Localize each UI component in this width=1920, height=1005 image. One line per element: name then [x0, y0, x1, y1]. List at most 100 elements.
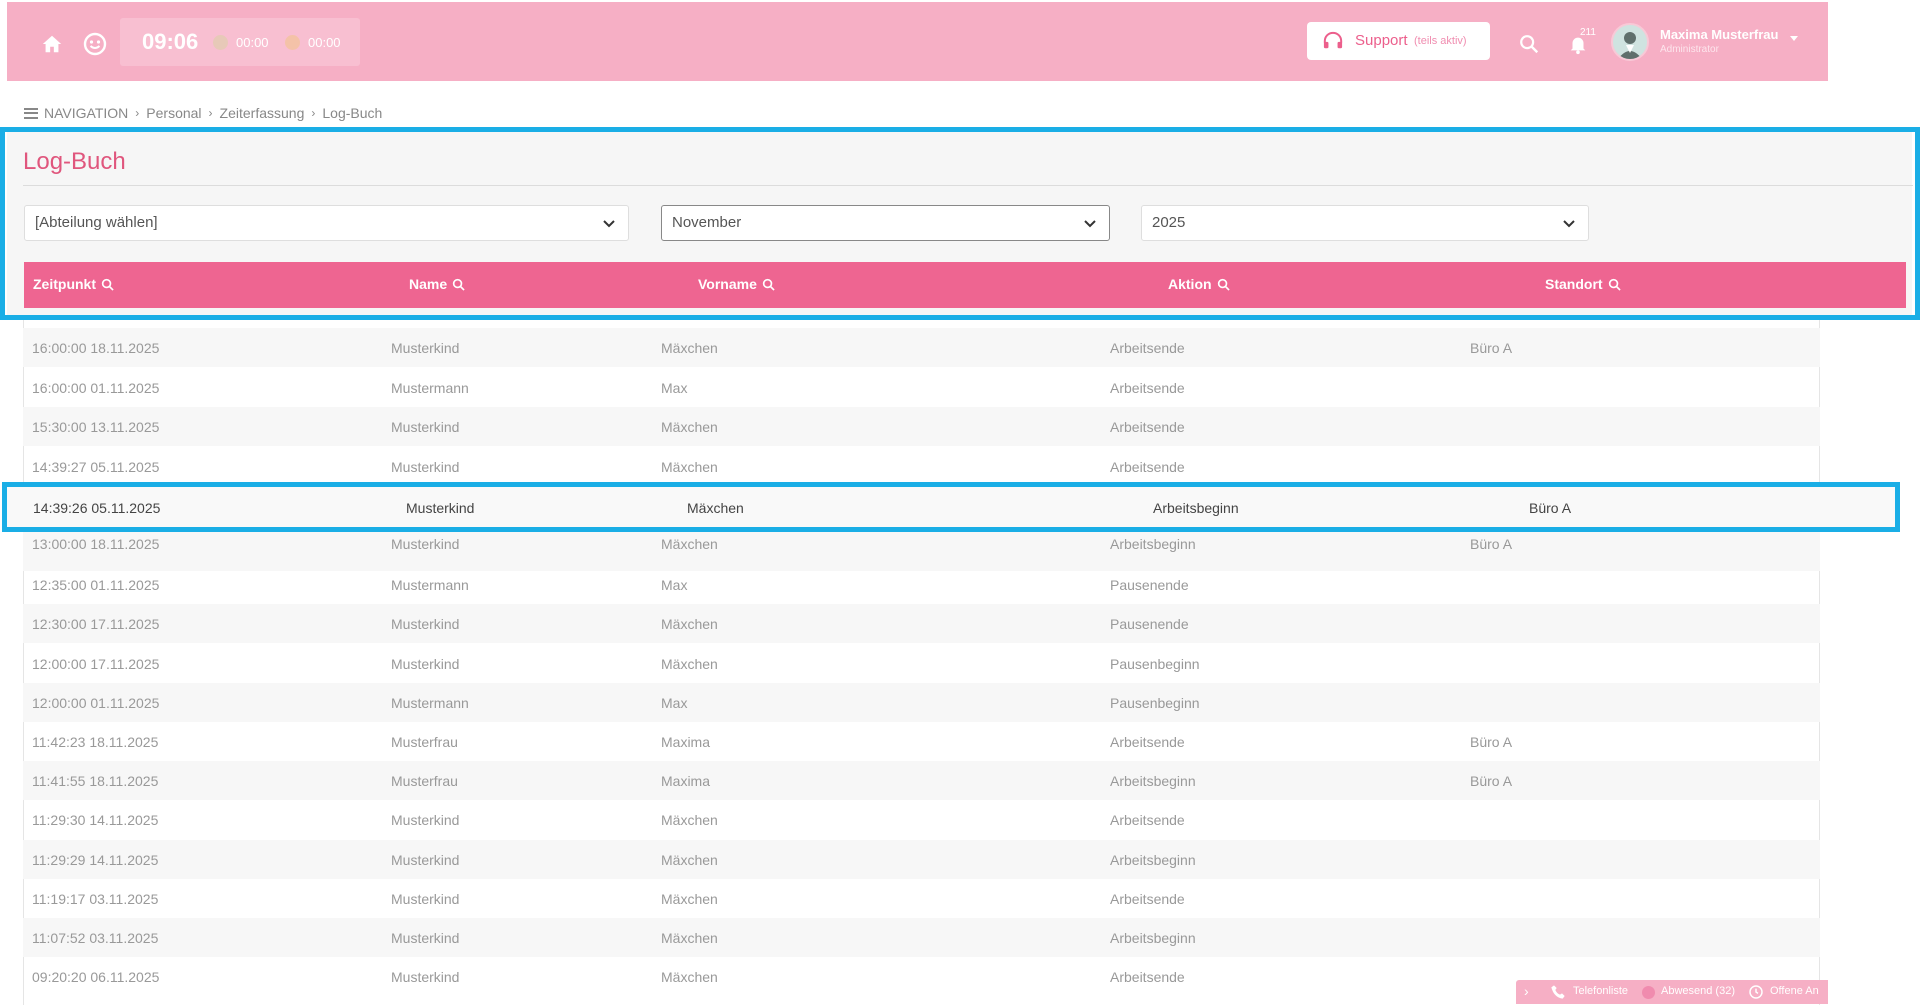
column-label: Vorname: [698, 276, 757, 292]
cell-name: Musterfrau: [391, 734, 458, 750]
user-name[interactable]: Maxima Musterfrau: [1660, 27, 1778, 42]
cell-aktion: Arbeitsbeginn: [1153, 500, 1239, 516]
breadcrumb-navigation[interactable]: NAVIGATION: [44, 105, 128, 121]
cell-aktion: Pausenende: [1110, 616, 1189, 632]
log-panel: Log-Buch [Abteilung wählen] November 202…: [7, 132, 1913, 317]
timer-break-value: 00:00: [308, 35, 341, 50]
support-button[interactable]: Support (teils aktiv): [1307, 22, 1490, 60]
phone-icon: [1551, 985, 1565, 999]
cell-name: Musterkind: [391, 616, 460, 632]
cell-name: Musterkind: [391, 930, 460, 946]
column-header-name[interactable]: Name: [409, 276, 465, 292]
cell-aktion: Arbeitsende: [1110, 812, 1185, 828]
cell-name: Mustermann: [391, 695, 469, 711]
month-select-value: November: [672, 214, 742, 231]
chevron-right-icon[interactable]: ›: [1524, 983, 1529, 999]
table-row[interactable]: 11:19:17 03.11.2025 Musterkind Mäxchen A…: [23, 879, 1820, 918]
cell-vorname: Mäxchen: [661, 616, 718, 632]
table-row[interactable]: 14:39:27 05.11.2025 Musterkind Mäxchen A…: [23, 447, 1820, 486]
column-label: Standort: [1545, 276, 1603, 292]
table-row[interactable]: 15:30:00 13.11.2025 Musterkind Mäxchen A…: [23, 407, 1820, 446]
cell-zeitpunkt: 12:00:00 17.11.2025: [32, 656, 160, 672]
cell-vorname: Mäxchen: [661, 930, 718, 946]
cell-zeitpunkt: 11:29:30 14.11.2025: [32, 812, 159, 828]
timer-work-icon: [213, 35, 228, 50]
cell-name: Musterkind: [406, 500, 475, 516]
breadcrumb-log-buch: Log-Buch: [322, 105, 383, 121]
cell-name: Mustermann: [391, 380, 469, 396]
chevron-down-icon: [1563, 220, 1575, 228]
year-select[interactable]: 2025: [1141, 205, 1589, 241]
column-header-vorname[interactable]: Vorname: [698, 276, 775, 292]
phone-list-link[interactable]: Telefonliste: [1573, 985, 1628, 997]
cell-aktion: Pausenbeginn: [1110, 656, 1200, 672]
breadcrumb-zeiterfassung[interactable]: Zeiterfassung: [220, 105, 305, 121]
divider: [23, 185, 1913, 186]
month-select[interactable]: November: [661, 205, 1110, 241]
cell-name: Musterkind: [391, 656, 460, 672]
search-icon[interactable]: [1217, 278, 1230, 291]
smiley-icon[interactable]: [79, 28, 111, 60]
table-row[interactable]: 16:00:00 18.11.2025 Musterkind Mäxchen A…: [23, 328, 1820, 367]
menu-icon[interactable]: [24, 107, 38, 119]
top-bar: 09:06 00:00 00:00 Support (teils aktiv) …: [7, 2, 1828, 81]
department-select-value: [Abteilung wählen]: [35, 214, 158, 231]
table-row[interactable]: 16:00:00 01.11.2025 Mustermann Max Arbei…: [23, 368, 1820, 407]
cell-vorname: Max: [661, 577, 688, 593]
breadcrumb: NAVIGATION › Personal › Zeiterfassung › …: [24, 104, 382, 122]
table-row[interactable]: 12:00:00 17.11.2025 Musterkind Mäxchen P…: [23, 644, 1820, 683]
cell-standort: Büro A: [1470, 340, 1513, 356]
avatar[interactable]: [1611, 23, 1649, 61]
table-row-highlighted[interactable]: 14:39:26 05.11.2025 Musterkind Mäxchen A…: [2, 482, 1900, 532]
cell-vorname: Mäxchen: [661, 891, 718, 907]
cell-name: Musterfrau: [391, 773, 458, 789]
table-row[interactable]: 12:35:00 01.11.2025 Mustermann Max Pause…: [23, 565, 1820, 604]
support-label: Support: [1355, 32, 1408, 49]
table-row[interactable]: 11:07:52 03.11.2025 Musterkind Mäxchen A…: [23, 918, 1820, 957]
cell-name: Musterkind: [391, 419, 460, 435]
department-select[interactable]: [Abteilung wählen]: [24, 205, 629, 241]
cell-zeitpunkt: 13:00:00 18.11.2025: [32, 536, 160, 552]
table-row[interactable]: 12:00:00 01.11.2025 Mustermann Max Pause…: [23, 683, 1820, 722]
table-row[interactable]: 11:42:23 18.11.2025 Musterfrau Maxima Ar…: [23, 722, 1820, 761]
cell-vorname: Maxima: [661, 773, 711, 789]
search-icon[interactable]: [452, 278, 465, 291]
home-icon[interactable]: [36, 28, 68, 60]
cell-zeitpunkt: 14:39:27 05.11.2025: [32, 459, 160, 475]
breadcrumb-personal[interactable]: Personal: [146, 105, 201, 121]
cell-zeitpunkt: 12:30:00 17.11.2025: [32, 616, 160, 632]
table-row[interactable]: 11:29:30 14.11.2025 Musterkind Mäxchen A…: [23, 800, 1820, 839]
cell-zeitpunkt: 16:00:00 01.11.2025: [32, 380, 160, 396]
search-icon[interactable]: [762, 278, 775, 291]
cell-zeitpunkt: 09:20:20 06.11.2025: [32, 969, 160, 985]
column-header-zeitpunkt[interactable]: Zeitpunkt: [33, 276, 114, 292]
cell-vorname: Max: [661, 695, 688, 711]
quick-access-bar: › Telefonliste Abwesend (32) Offene An: [1516, 980, 1828, 1004]
cell-vorname: Mäxchen: [661, 656, 718, 672]
search-icon[interactable]: [1608, 278, 1621, 291]
search-icon[interactable]: [1513, 28, 1545, 60]
cell-zeitpunkt: 11:19:17 03.11.2025: [32, 891, 159, 907]
table-row[interactable]: 11:41:55 18.11.2025 Musterfrau Maxima Ar…: [23, 761, 1820, 800]
cell-aktion: Arbeitsende: [1110, 459, 1185, 475]
column-header-aktion[interactable]: Aktion: [1168, 276, 1230, 292]
cell-vorname: Mäxchen: [661, 340, 718, 356]
cell-aktion: Pausenbeginn: [1110, 695, 1200, 711]
table-row[interactable]: 12:30:00 17.11.2025 Musterkind Mäxchen P…: [23, 604, 1820, 643]
cell-zeitpunkt: 11:41:55 18.11.2025: [32, 773, 159, 789]
open-requests-link[interactable]: Offene An: [1770, 985, 1819, 997]
headset-icon: [1323, 31, 1343, 49]
support-status: (teils aktiv): [1414, 35, 1467, 47]
cell-aktion: Arbeitsende: [1110, 734, 1185, 750]
chevron-down-icon[interactable]: [1790, 36, 1798, 41]
cell-standort: Büro A: [1529, 500, 1572, 516]
cell-aktion: Arbeitsende: [1110, 380, 1185, 396]
table-row[interactable]: 11:29:29 14.11.2025 Musterkind Mäxchen A…: [23, 840, 1820, 879]
column-header-standort[interactable]: Standort: [1545, 276, 1621, 292]
absent-link[interactable]: Abwesend (32): [1661, 985, 1735, 997]
chevron-down-icon: [603, 220, 615, 228]
cell-name: Musterkind: [391, 812, 460, 828]
cell-aktion: Arbeitsende: [1110, 891, 1185, 907]
search-icon[interactable]: [101, 278, 114, 291]
year-select-value: 2025: [1152, 214, 1186, 231]
